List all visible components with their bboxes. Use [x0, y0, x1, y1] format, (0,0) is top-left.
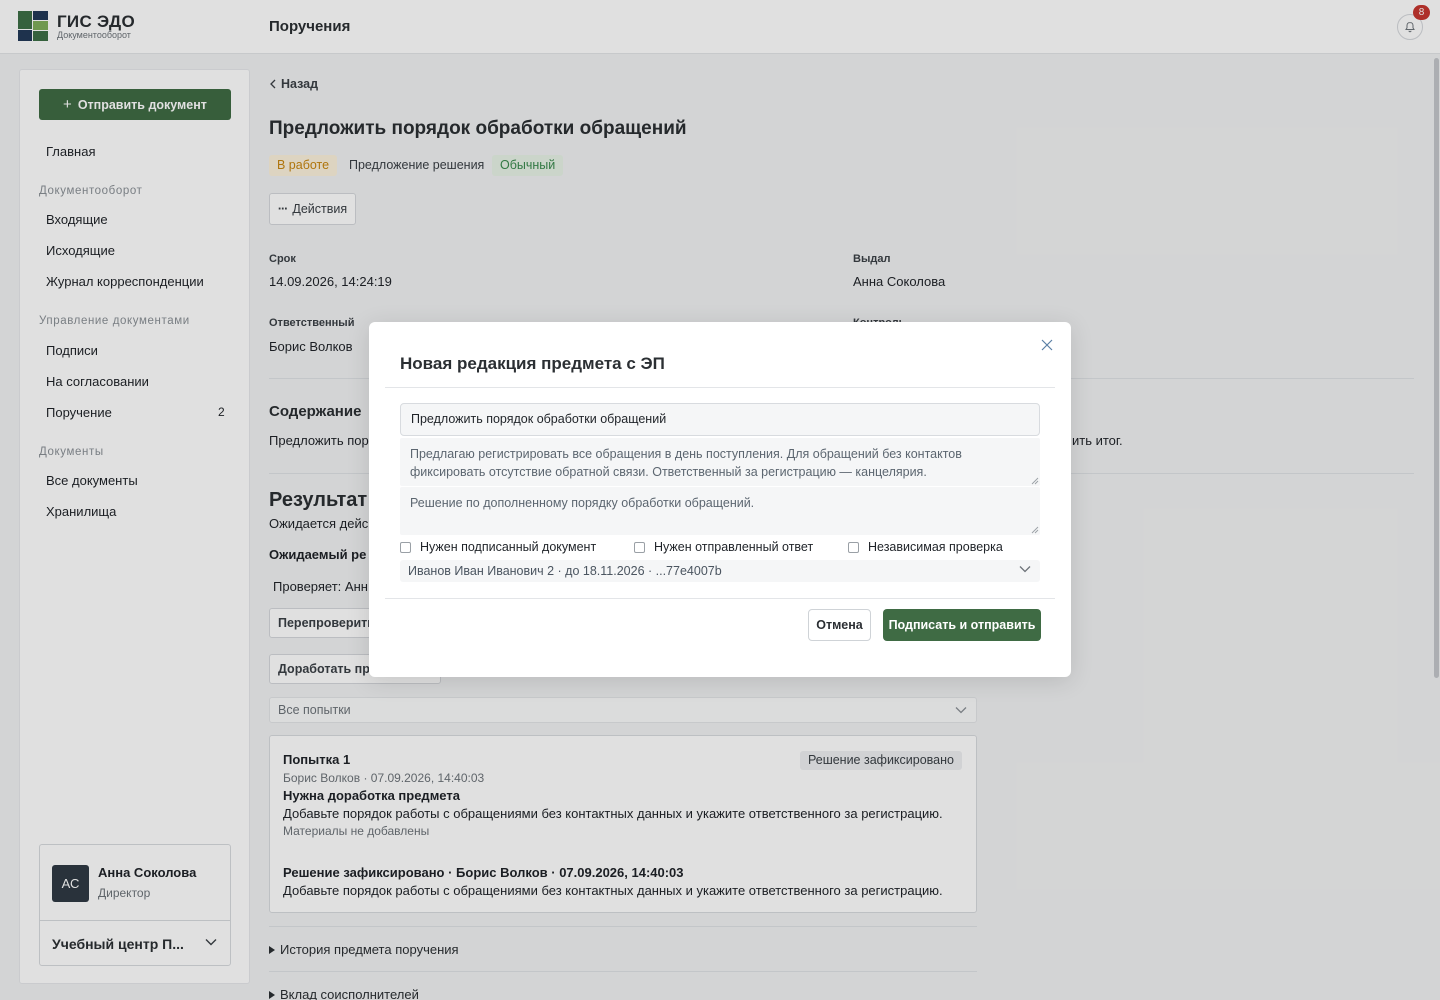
new-revision-modal: Новая редакция предмета с ЭП Предложить … — [369, 322, 1071, 677]
sent-answer-label: Нужен отправленный ответ — [654, 540, 814, 554]
close-button[interactable] — [1039, 337, 1055, 353]
signer-select[interactable]: Иванов Иван Иванович 2 · до 18.11.2026 ·… — [400, 560, 1040, 582]
comment-textarea[interactable]: Решение по дополненному порядку обработк… — [400, 487, 1040, 535]
resize-handle-icon — [1031, 526, 1039, 534]
modal-title: Новая редакция предмета с ЭП — [400, 354, 665, 373]
checkbox-icon — [400, 541, 411, 553]
independent-check-checkbox[interactable]: Независимая проверка — [848, 540, 1003, 554]
signer-select-value: Иванов Иван Иванович 2 · до 18.11.2026 ·… — [408, 564, 722, 578]
sign-and-send-button[interactable]: Подписать и отправить — [883, 609, 1041, 641]
sent-answer-checkbox[interactable]: Нужен отправленный ответ — [634, 540, 813, 554]
signed-document-checkbox[interactable]: Нужен подписанный документ — [400, 540, 596, 554]
description-textarea[interactable]: Предлагаю регистрировать все обращения в… — [400, 438, 1040, 486]
cancel-button[interactable]: Отмена — [808, 609, 871, 641]
resize-handle-icon — [1031, 477, 1039, 485]
modal-divider — [385, 387, 1055, 388]
independent-check-label: Независимая проверка — [868, 540, 1003, 554]
signed-document-label: Нужен подписанный документ — [420, 540, 597, 554]
close-icon — [1041, 339, 1053, 351]
subject-input[interactable]: Предложить порядок обработки обращений — [400, 403, 1040, 436]
checkbox-icon — [848, 541, 859, 553]
comment-text: Решение по дополненному порядку обработк… — [410, 496, 755, 510]
chevron-down-icon — [1019, 566, 1031, 573]
description-text: Предлагаю регистрировать все обращения в… — [410, 447, 962, 479]
modal-divider — [385, 598, 1055, 599]
checkbox-icon — [634, 541, 645, 553]
